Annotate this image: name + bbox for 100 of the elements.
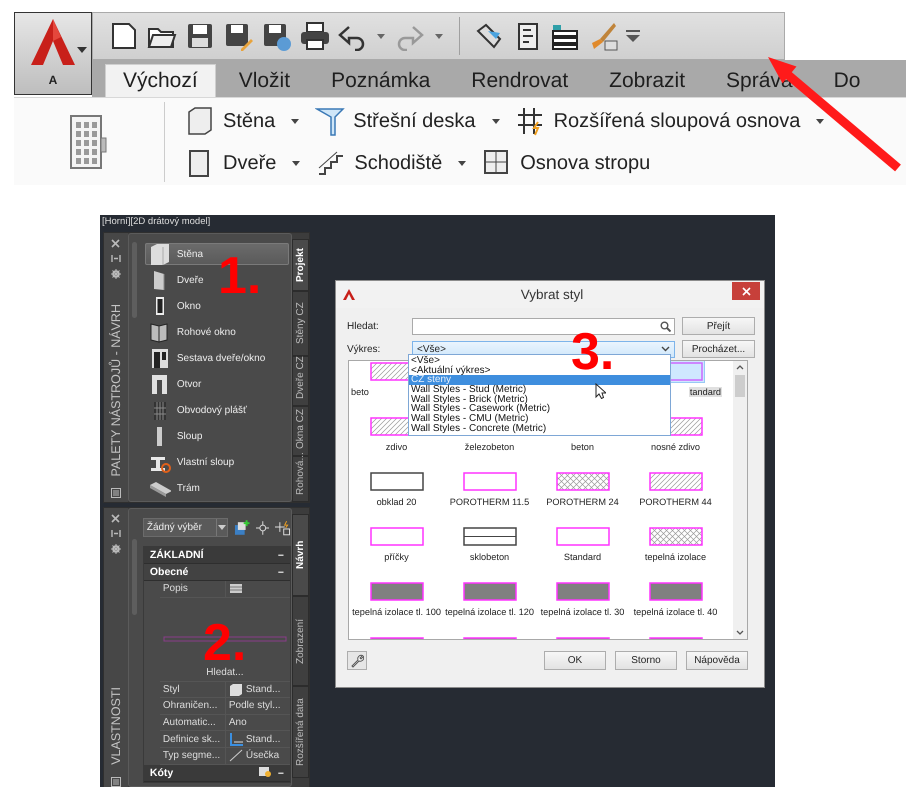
wall-style-swatch[interactable]	[462, 471, 518, 492]
collapse-toggle[interactable]: –	[278, 766, 284, 779]
style-name[interactable]: Standard	[562, 552, 602, 562]
viewport-label[interactable]: [Horní][2D drátový model]	[100, 215, 775, 232]
find-link[interactable]: Hledat...	[206, 666, 244, 678]
style-name[interactable]: tandard	[688, 387, 722, 397]
ribbon-tab[interactable]: Vložit	[220, 64, 308, 97]
scroll-down-icon[interactable]	[736, 630, 744, 635]
palette-tab[interactable]: Návrh	[292, 514, 309, 596]
selection-dropdown[interactable]: Žádný výběr	[142, 518, 228, 537]
go-button[interactable]: Přejít	[682, 317, 755, 335]
text-editor-icon[interactable]	[228, 582, 243, 596]
tool-palette-item[interactable]: Otvor	[144, 373, 289, 395]
palette-tab[interactable]: Stěny CZ	[292, 291, 309, 356]
style-name[interactable]: tepelná izolace tl. 30	[540, 607, 626, 617]
save-sync-icon[interactable]	[261, 21, 291, 51]
wall-style-swatch[interactable]	[554, 471, 610, 492]
tool-palette-item[interactable]: Sloup	[144, 425, 289, 447]
pin-icon[interactable]	[110, 529, 121, 538]
ribbon-tab[interactable]: Zobrazit	[591, 64, 704, 97]
style-name[interactable]: POROTHERM 24	[545, 497, 620, 507]
tool-palette-item[interactable]: Obvodový plášť	[144, 399, 289, 421]
palette-tab[interactable]: Projekt	[292, 239, 309, 291]
wall-style-swatch[interactable]	[554, 526, 610, 547]
new-file-icon[interactable]	[109, 21, 139, 51]
dropdown-option[interactable]: Wall Styles - CMU (Metric)	[409, 414, 670, 424]
style-name[interactable]: zdivo	[384, 442, 408, 452]
quick-select-icon[interactable]	[234, 520, 250, 536]
application-button[interactable]: A	[14, 12, 92, 95]
wall-style-swatch[interactable]	[648, 471, 704, 492]
ribbon-tool-button[interactable]: Střešní deska	[315, 106, 500, 136]
line-icon[interactable]	[228, 749, 243, 762]
dropdown-option[interactable]: Wall Styles - Brick (Metric)	[409, 394, 670, 404]
style-name[interactable]: beton	[570, 442, 595, 452]
palette-properties-icon[interactable]	[110, 488, 121, 498]
tool-palette-item[interactable]: Sestava dveře/okno	[144, 347, 289, 369]
dialog-button[interactable]: Nápověda	[686, 651, 748, 670]
dropdown-option[interactable]: Wall Styles - Concrete (Metric)	[409, 424, 670, 434]
pick-point-icon[interactable]	[256, 520, 270, 534]
tool-palette-item[interactable]: Vlastní sloup	[144, 451, 289, 473]
style-name[interactable]: příčky	[383, 552, 410, 562]
close-icon[interactable]	[111, 239, 120, 248]
settings-icon[interactable]	[110, 544, 121, 554]
print-icon[interactable]	[299, 21, 329, 51]
style-name[interactable]: tepelná izolace tl. 100	[351, 607, 442, 617]
collapse-toggle[interactable]: –	[278, 549, 284, 561]
ribbon-tool-button[interactable]: Schodiště	[316, 148, 466, 178]
palette-tab[interactable]: Dveře CZ	[292, 356, 309, 406]
style-name[interactable]: tepelná izolace tl. 40	[632, 607, 718, 617]
tool-palette-item[interactable]: Rohové okno	[144, 321, 289, 343]
dialog-button[interactable]: OK	[544, 651, 606, 670]
ribbon-tool-button[interactable]: Stěna	[185, 106, 300, 136]
search-field[interactable]	[412, 318, 675, 334]
select-objects-icon[interactable]	[275, 520, 291, 536]
palette-tab[interactable]: Okna CZ	[292, 406, 309, 456]
dropdown-option[interactable]: Wall Styles - Casework (Metric)	[409, 404, 670, 414]
section-header[interactable]: Kóty –	[144, 764, 290, 782]
wall-style-swatch[interactable]	[368, 581, 424, 602]
browse-button[interactable]: Procházet...	[682, 340, 755, 358]
style-name[interactable]: tepelná izolace tl. 120	[444, 607, 535, 617]
ribbon-tab[interactable]: Do	[816, 64, 878, 97]
dialog-button[interactable]: Storno	[615, 651, 677, 670]
section-header[interactable]: ZÁKLADNÍ –	[144, 547, 290, 564]
settings-icon[interactable]	[110, 269, 121, 279]
palette-tab[interactable]: Zobrazení	[292, 596, 309, 686]
close-button[interactable]	[732, 282, 760, 300]
overflow-menu-icon[interactable]	[626, 30, 640, 42]
ribbon-tool-button[interactable]: Osnova stropu	[482, 148, 650, 178]
ribbon-tool-button[interactable]: Rozšířená sloupová osnova	[516, 106, 824, 136]
scrollbar[interactable]	[733, 361, 747, 639]
wall-style-swatch[interactable]	[648, 526, 704, 547]
wall-icon[interactable]	[228, 682, 243, 696]
style-name[interactable]: POROTHERM 44	[638, 497, 713, 507]
settings-button[interactable]	[347, 651, 367, 670]
search-icon[interactable]	[660, 320, 671, 332]
collapse-toggle[interactable]: –	[278, 566, 284, 578]
ribbon-tab[interactable]: Rendrovat	[453, 64, 586, 97]
style-name[interactable]: železobeton	[464, 442, 516, 452]
ribbon-tab[interactable]: Výchozí	[105, 64, 216, 97]
tool-palette-item[interactable]: Trám	[144, 477, 289, 499]
pin-icon[interactable]	[110, 254, 121, 263]
building-icon[interactable]	[69, 114, 109, 170]
section-header[interactable]: Obecné –	[144, 564, 290, 581]
wall-style-swatch[interactable]	[462, 526, 518, 547]
ribbon-tab[interactable]: Poznámka	[313, 64, 448, 97]
wall-style-swatch[interactable]	[648, 581, 704, 602]
wall-style-swatch[interactable]	[554, 581, 610, 602]
scroll-up-icon[interactable]	[736, 365, 744, 370]
palette-tab[interactable]: Rozšířená data	[292, 686, 309, 778]
wall-style-swatch[interactable]	[368, 471, 424, 492]
save-icon[interactable]	[185, 21, 215, 51]
light-bulb-icon[interactable]	[258, 766, 272, 780]
wall-style-swatch[interactable]	[462, 581, 518, 602]
save-as-icon[interactable]	[223, 21, 253, 51]
palette-properties-icon[interactable]	[110, 777, 121, 787]
tool-icon[interactable]	[474, 21, 504, 51]
style-name[interactable]: tepelná izolace	[644, 552, 708, 562]
style-name[interactable]: beto	[350, 387, 370, 397]
scrollbar-thumb[interactable]	[735, 375, 745, 397]
ribbon-tool-button[interactable]: Dveře	[185, 148, 300, 178]
